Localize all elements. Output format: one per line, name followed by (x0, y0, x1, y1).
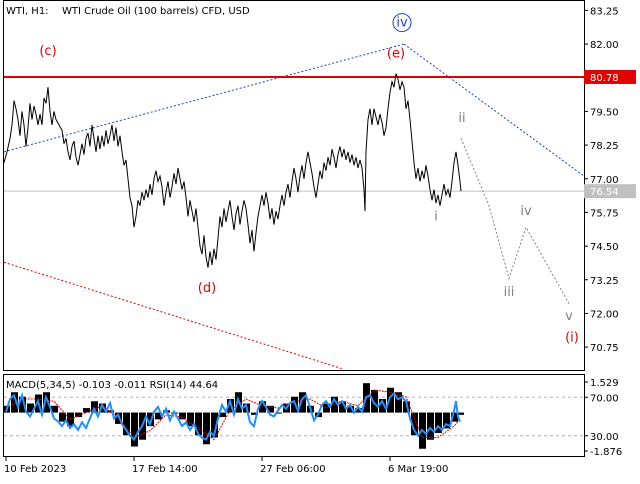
wave-label: (i) (565, 331, 579, 346)
wave-label: iv (520, 204, 532, 219)
indicator-tick-label: 70.00 (590, 393, 619, 404)
time-tick-label: 27 Feb 06:00 (260, 464, 326, 475)
price-tick-label: 75.75 (590, 208, 619, 219)
chart-window: 83.2582.0080.7579.5078.2577.0075.7574.50… (0, 0, 640, 480)
macd-histogram-bar (195, 412, 202, 436)
price-tick-label: 70.75 (590, 343, 619, 354)
wave-label: v (565, 309, 573, 324)
chart-symbol: WTI, H1: (6, 6, 49, 17)
macd-histogram-bar (427, 412, 434, 440)
price-axis: 83.2582.0080.7579.5078.2577.0075.7574.50… (584, 6, 619, 354)
time-tick-label: 6 Mar 19:00 (388, 464, 448, 475)
wave-label: iii (504, 285, 515, 300)
price-tick-label: 83.25 (590, 6, 619, 17)
current-price-label: 76.54 (590, 187, 619, 198)
indicator-tick-label: 30.00 (590, 432, 619, 443)
wave-label: (c) (39, 44, 56, 59)
macd-histogram-bar (179, 412, 186, 420)
wave-label: i (434, 210, 438, 225)
time-tick-label: 10 Feb 2023 (4, 464, 66, 475)
price-tick-label: 74.50 (590, 242, 619, 253)
price-tick-label: 73.25 (590, 276, 619, 287)
chart-canvas: 83.2582.0080.7579.5078.2577.0075.7574.50… (3, 0, 636, 475)
price-tick-label: 77.00 (590, 175, 619, 186)
price-tick-label: 78.25 (590, 141, 619, 152)
macd-histogram-bar (131, 412, 138, 447)
indicator-tick-label: -1.876 (590, 447, 622, 458)
indicator-title: MACD(5,34,5) -0.103 -0.011 RSI(14) 44.64 (6, 380, 218, 391)
resistance-price-label: 80.78 (590, 73, 619, 84)
price-tick-label: 79.50 (590, 107, 619, 118)
wave-label: (e) (387, 47, 405, 62)
chart-description: WTI Crude Oil (100 barrels) CFD, USD (62, 6, 250, 17)
wave-label: (d) (198, 281, 216, 296)
price-tick-label: 72.00 (590, 309, 619, 320)
indicator-tick-label: 1.529 (590, 378, 619, 389)
indicator-axis: 1.529 70.00 30.00 -1.876 (584, 378, 622, 458)
price-panel[interactable] (3, 0, 585, 371)
wave-label: ii (458, 111, 465, 126)
time-axis: 10 Feb 2023 17 Feb 14:00 27 Feb 06:00 6 Mar… (4, 457, 448, 475)
time-tick-label: 17 Feb 14:00 (132, 464, 198, 475)
macd-histogram-bar (83, 408, 90, 413)
wave-label: iv (396, 16, 408, 31)
price-tick-label: 82.00 (590, 40, 619, 51)
